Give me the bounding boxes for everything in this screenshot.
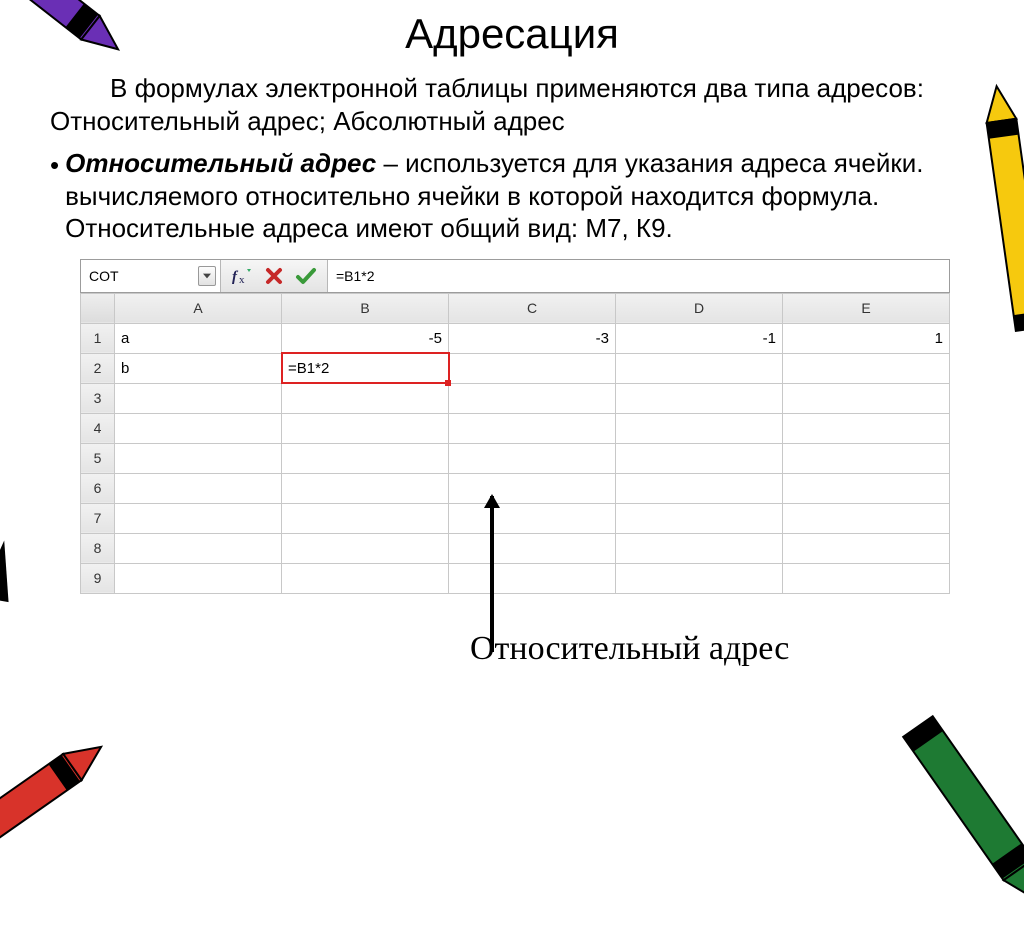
cell-A8[interactable] <box>115 533 282 563</box>
cell-D9[interactable] <box>616 563 783 593</box>
formula-value: =B1*2 <box>336 268 375 284</box>
col-header-E[interactable]: E <box>783 293 950 323</box>
cell-B3[interactable] <box>282 383 449 413</box>
cell-D1[interactable]: -1 <box>616 323 783 353</box>
svg-text:f: f <box>232 269 239 285</box>
cell-B4[interactable] <box>282 413 449 443</box>
formula-input[interactable]: =B1*2 <box>328 260 949 292</box>
corner-cell[interactable] <box>81 293 115 323</box>
cell-E4[interactable] <box>783 413 950 443</box>
cell-E7[interactable] <box>783 503 950 533</box>
cell-C2[interactable] <box>449 353 616 383</box>
cell-B8[interactable] <box>282 533 449 563</box>
cell-D5[interactable] <box>616 443 783 473</box>
formula-bar-icons: f x <box>221 260 328 292</box>
cell-D3[interactable] <box>616 383 783 413</box>
crayon-decoration <box>0 715 125 870</box>
bullet-item: • Относительный адрес – используется для… <box>50 147 974 245</box>
fx-icon[interactable]: f x <box>229 264 255 288</box>
cell-A3[interactable] <box>115 383 282 413</box>
row-header-9[interactable]: 9 <box>81 563 115 593</box>
col-header-D[interactable]: D <box>616 293 783 323</box>
bullet-marker: • <box>50 147 59 182</box>
chevron-down-icon[interactable] <box>198 266 216 286</box>
row-header-3[interactable]: 3 <box>81 383 115 413</box>
accept-icon[interactable] <box>293 264 319 288</box>
cell-C7[interactable] <box>449 503 616 533</box>
cell-E9[interactable] <box>783 563 950 593</box>
cell-E6[interactable] <box>783 473 950 503</box>
cell-C5[interactable] <box>449 443 616 473</box>
cell-B5[interactable] <box>282 443 449 473</box>
row-header-6[interactable]: 6 <box>81 473 115 503</box>
cell-A6[interactable] <box>115 473 282 503</box>
bullet-text: Относительный адрес – используется для у… <box>65 147 974 245</box>
bullet-term: Относительный адрес <box>65 148 376 178</box>
cell-A7[interactable] <box>115 503 282 533</box>
spreadsheet-screenshot: COT f x <box>80 259 950 594</box>
col-header-B[interactable]: B <box>282 293 449 323</box>
cell-C4[interactable] <box>449 413 616 443</box>
formula-bar: COT f x <box>80 259 950 293</box>
row-header-1[interactable]: 1 <box>81 323 115 353</box>
cell-B7[interactable] <box>282 503 449 533</box>
row-header-2[interactable]: 2 <box>81 353 115 383</box>
cell-D7[interactable] <box>616 503 783 533</box>
cell-A2[interactable]: b <box>115 353 282 383</box>
callout-arrow <box>490 496 494 652</box>
spreadsheet-grid: A B C D E 1 a -5 -3 -1 1 2 b =B1*2 <box>80 293 950 594</box>
cell-C1[interactable]: -3 <box>449 323 616 353</box>
cell-B6[interactable] <box>282 473 449 503</box>
cell-A9[interactable] <box>115 563 282 593</box>
cell-D6[interactable] <box>616 473 783 503</box>
cell-E3[interactable] <box>783 383 950 413</box>
cell-B2[interactable]: =B1*2 <box>282 353 449 383</box>
cell-E2[interactable] <box>783 353 950 383</box>
cell-D4[interactable] <box>616 413 783 443</box>
col-header-A[interactable]: A <box>115 293 282 323</box>
cell-B9[interactable] <box>282 563 449 593</box>
cell-A4[interactable] <box>115 413 282 443</box>
name-box-value: COT <box>89 268 119 284</box>
cell-E8[interactable] <box>783 533 950 563</box>
slide-title: Адресация <box>50 10 974 58</box>
cell-C8[interactable] <box>449 533 616 563</box>
cell-E5[interactable] <box>783 443 950 473</box>
callout-label: Относительный адрес <box>470 630 789 668</box>
col-header-C[interactable]: C <box>449 293 616 323</box>
crayon-decoration <box>876 692 1024 932</box>
cell-D2[interactable] <box>616 353 783 383</box>
cell-C3[interactable] <box>449 383 616 413</box>
intro-text: В формулах электронной таблицы применяют… <box>50 72 974 137</box>
cell-B1[interactable]: -5 <box>282 323 449 353</box>
cell-A1[interactable]: a <box>115 323 282 353</box>
svg-text:x: x <box>239 274 245 286</box>
cell-C9[interactable] <box>449 563 616 593</box>
cell-C6[interactable] <box>449 473 616 503</box>
cell-A5[interactable] <box>115 443 282 473</box>
row-header-8[interactable]: 8 <box>81 533 115 563</box>
row-header-4[interactable]: 4 <box>81 413 115 443</box>
name-box[interactable]: COT <box>81 260 221 292</box>
cancel-icon[interactable] <box>261 264 287 288</box>
row-header-5[interactable]: 5 <box>81 443 115 473</box>
cell-E1[interactable]: 1 <box>783 323 950 353</box>
row-header-7[interactable]: 7 <box>81 503 115 533</box>
cell-D8[interactable] <box>616 533 783 563</box>
